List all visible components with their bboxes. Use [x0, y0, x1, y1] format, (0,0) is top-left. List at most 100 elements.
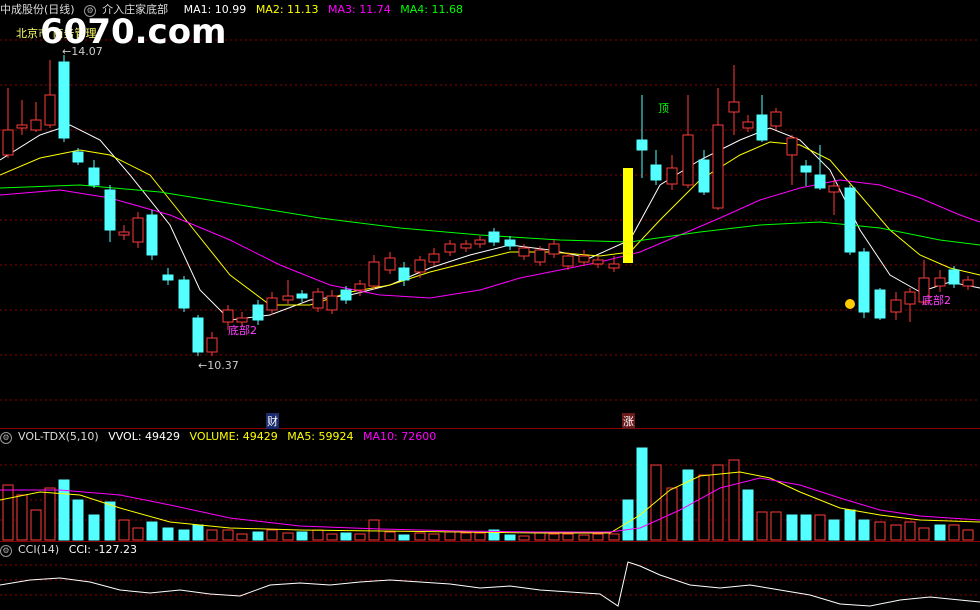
volume-bar: [222, 529, 234, 541]
finance-marker[interactable]: 财: [266, 413, 279, 429]
volume-bar: [252, 531, 264, 541]
vol-ma10-value: MA10: 72600: [363, 430, 437, 443]
volume-bar: [504, 534, 516, 541]
volume-bar: [44, 487, 56, 541]
high-price-label: ←14.07: [62, 45, 103, 58]
volume-bar: [800, 514, 812, 541]
limit-up-marker[interactable]: 涨: [622, 413, 635, 429]
candle-body: [636, 139, 648, 151]
volume-bar: [756, 511, 768, 541]
candle-body: [934, 277, 946, 287]
volume-header: ⚙ VOL-TDX(5,10) VVOL: 49429 VOLUME: 49429…: [0, 430, 442, 444]
cci-name: CCI(14): [18, 543, 60, 556]
settings-icon[interactable]: ⚙: [0, 432, 12, 444]
volume-bar: [384, 531, 396, 541]
cci-header: ⚙ CCI(14) CCI: -127.23: [0, 543, 143, 557]
candle-body: [222, 309, 234, 323]
volume-bar: [326, 533, 338, 541]
candle-body: [444, 243, 456, 253]
candle-body: [682, 134, 694, 186]
candle-body: [578, 255, 590, 263]
volume-bar: [918, 527, 930, 541]
ma3-value: MA3: 11.74: [328, 3, 391, 16]
volume-bar: [58, 479, 70, 541]
volume-bar: [562, 533, 574, 541]
volume-bar: [444, 531, 456, 541]
volume-bar: [428, 533, 440, 541]
divider-cci: [0, 541, 980, 542]
candle-body: [534, 249, 546, 263]
volume-bar: [578, 534, 590, 541]
volume-bar: [192, 524, 204, 541]
volume-bar: [118, 519, 130, 541]
candle-body: [742, 121, 754, 129]
volume-bar: [712, 464, 724, 541]
vvol-value: VVOL: 49429: [108, 430, 181, 443]
cci-polyline: [0, 561, 980, 607]
settings-icon[interactable]: ⚙: [0, 545, 12, 557]
candle-body: [384, 257, 396, 271]
candle-body: [282, 295, 294, 301]
candle-body: [192, 317, 204, 353]
volume-bar: [858, 519, 870, 541]
volume-bar: [698, 474, 710, 541]
candle-body: [104, 189, 116, 231]
candle-body: [948, 269, 960, 285]
volume-bar: [2, 484, 14, 541]
volume-bar: [72, 499, 84, 541]
candle-body: [354, 283, 366, 291]
candle-body: [340, 289, 352, 301]
candle-body: [398, 267, 410, 281]
candle-body: [650, 164, 662, 181]
volume-bar: [16, 494, 28, 541]
volume-bar: [874, 521, 886, 541]
volume-bar: [368, 519, 380, 541]
candle-body: [962, 279, 974, 287]
volume-bar: [742, 489, 754, 541]
candle-body: [756, 114, 768, 141]
volume-bar: [518, 535, 530, 541]
candle-body: [814, 174, 826, 189]
volume-bar: [786, 514, 798, 541]
candle-body: [712, 124, 724, 209]
candle-body: [828, 185, 840, 193]
candle-body: [874, 289, 886, 319]
top-signal-label: 顶: [658, 102, 669, 115]
candle-body: [414, 259, 426, 273]
volume-bar: [474, 532, 486, 541]
volume-bar: [146, 521, 158, 541]
volume-bar: [460, 532, 472, 541]
vol-name: VOL-TDX(5,10): [18, 430, 99, 443]
candle-body: [58, 61, 70, 139]
divider-vol: [0, 428, 980, 429]
candle-body: [728, 101, 740, 113]
cci-line: [0, 561, 980, 607]
candle-body: [890, 299, 902, 313]
volume-bar: [398, 534, 410, 541]
candle-body: [474, 239, 486, 245]
volume-bar: [88, 514, 100, 541]
volume-bar: [650, 464, 662, 541]
volume-bar: [828, 519, 840, 541]
volume-bar: [770, 511, 782, 541]
candle-body: [904, 291, 916, 305]
volume-bar: [608, 533, 620, 541]
volume-bar: [948, 524, 960, 541]
volume-bar: [162, 527, 174, 541]
candle-body: [786, 137, 798, 156]
volume-bar: [814, 514, 826, 541]
volume-bar: [548, 533, 560, 541]
candle-body: [16, 124, 28, 129]
ma2-value: MA2: 11.13: [255, 3, 319, 16]
vol-ma5-value: MA5: 59924: [287, 430, 354, 443]
candle-body: [698, 159, 710, 193]
candle-body: [800, 165, 812, 173]
volume-bar: [178, 529, 190, 541]
volume-bar: [934, 524, 946, 541]
kline-chart[interactable]: [0, 0, 980, 610]
volume-bar: [354, 533, 366, 541]
candle-body: [178, 279, 190, 309]
candle-body: [252, 304, 264, 321]
candle-body: [592, 259, 604, 265]
volume-bar: [296, 531, 308, 541]
